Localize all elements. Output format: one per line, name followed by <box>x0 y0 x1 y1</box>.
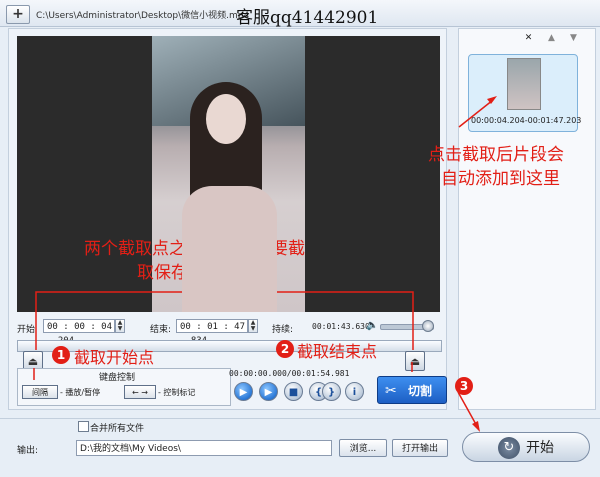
step1-badge: 1 <box>52 346 70 364</box>
step2-text: 截取结束点 <box>297 342 378 361</box>
step3-badge: 3 <box>455 377 473 395</box>
annotation-added-line2: 自动添加到这里 <box>441 169 560 189</box>
step1-text: 截取开始点 <box>74 348 155 367</box>
annotation-added-line1: 点击截取后片段会 <box>428 145 564 165</box>
arrow-to-segment-line <box>458 99 494 128</box>
arrow-to-start-head <box>472 421 480 432</box>
step2-badge: 2 <box>276 340 294 358</box>
